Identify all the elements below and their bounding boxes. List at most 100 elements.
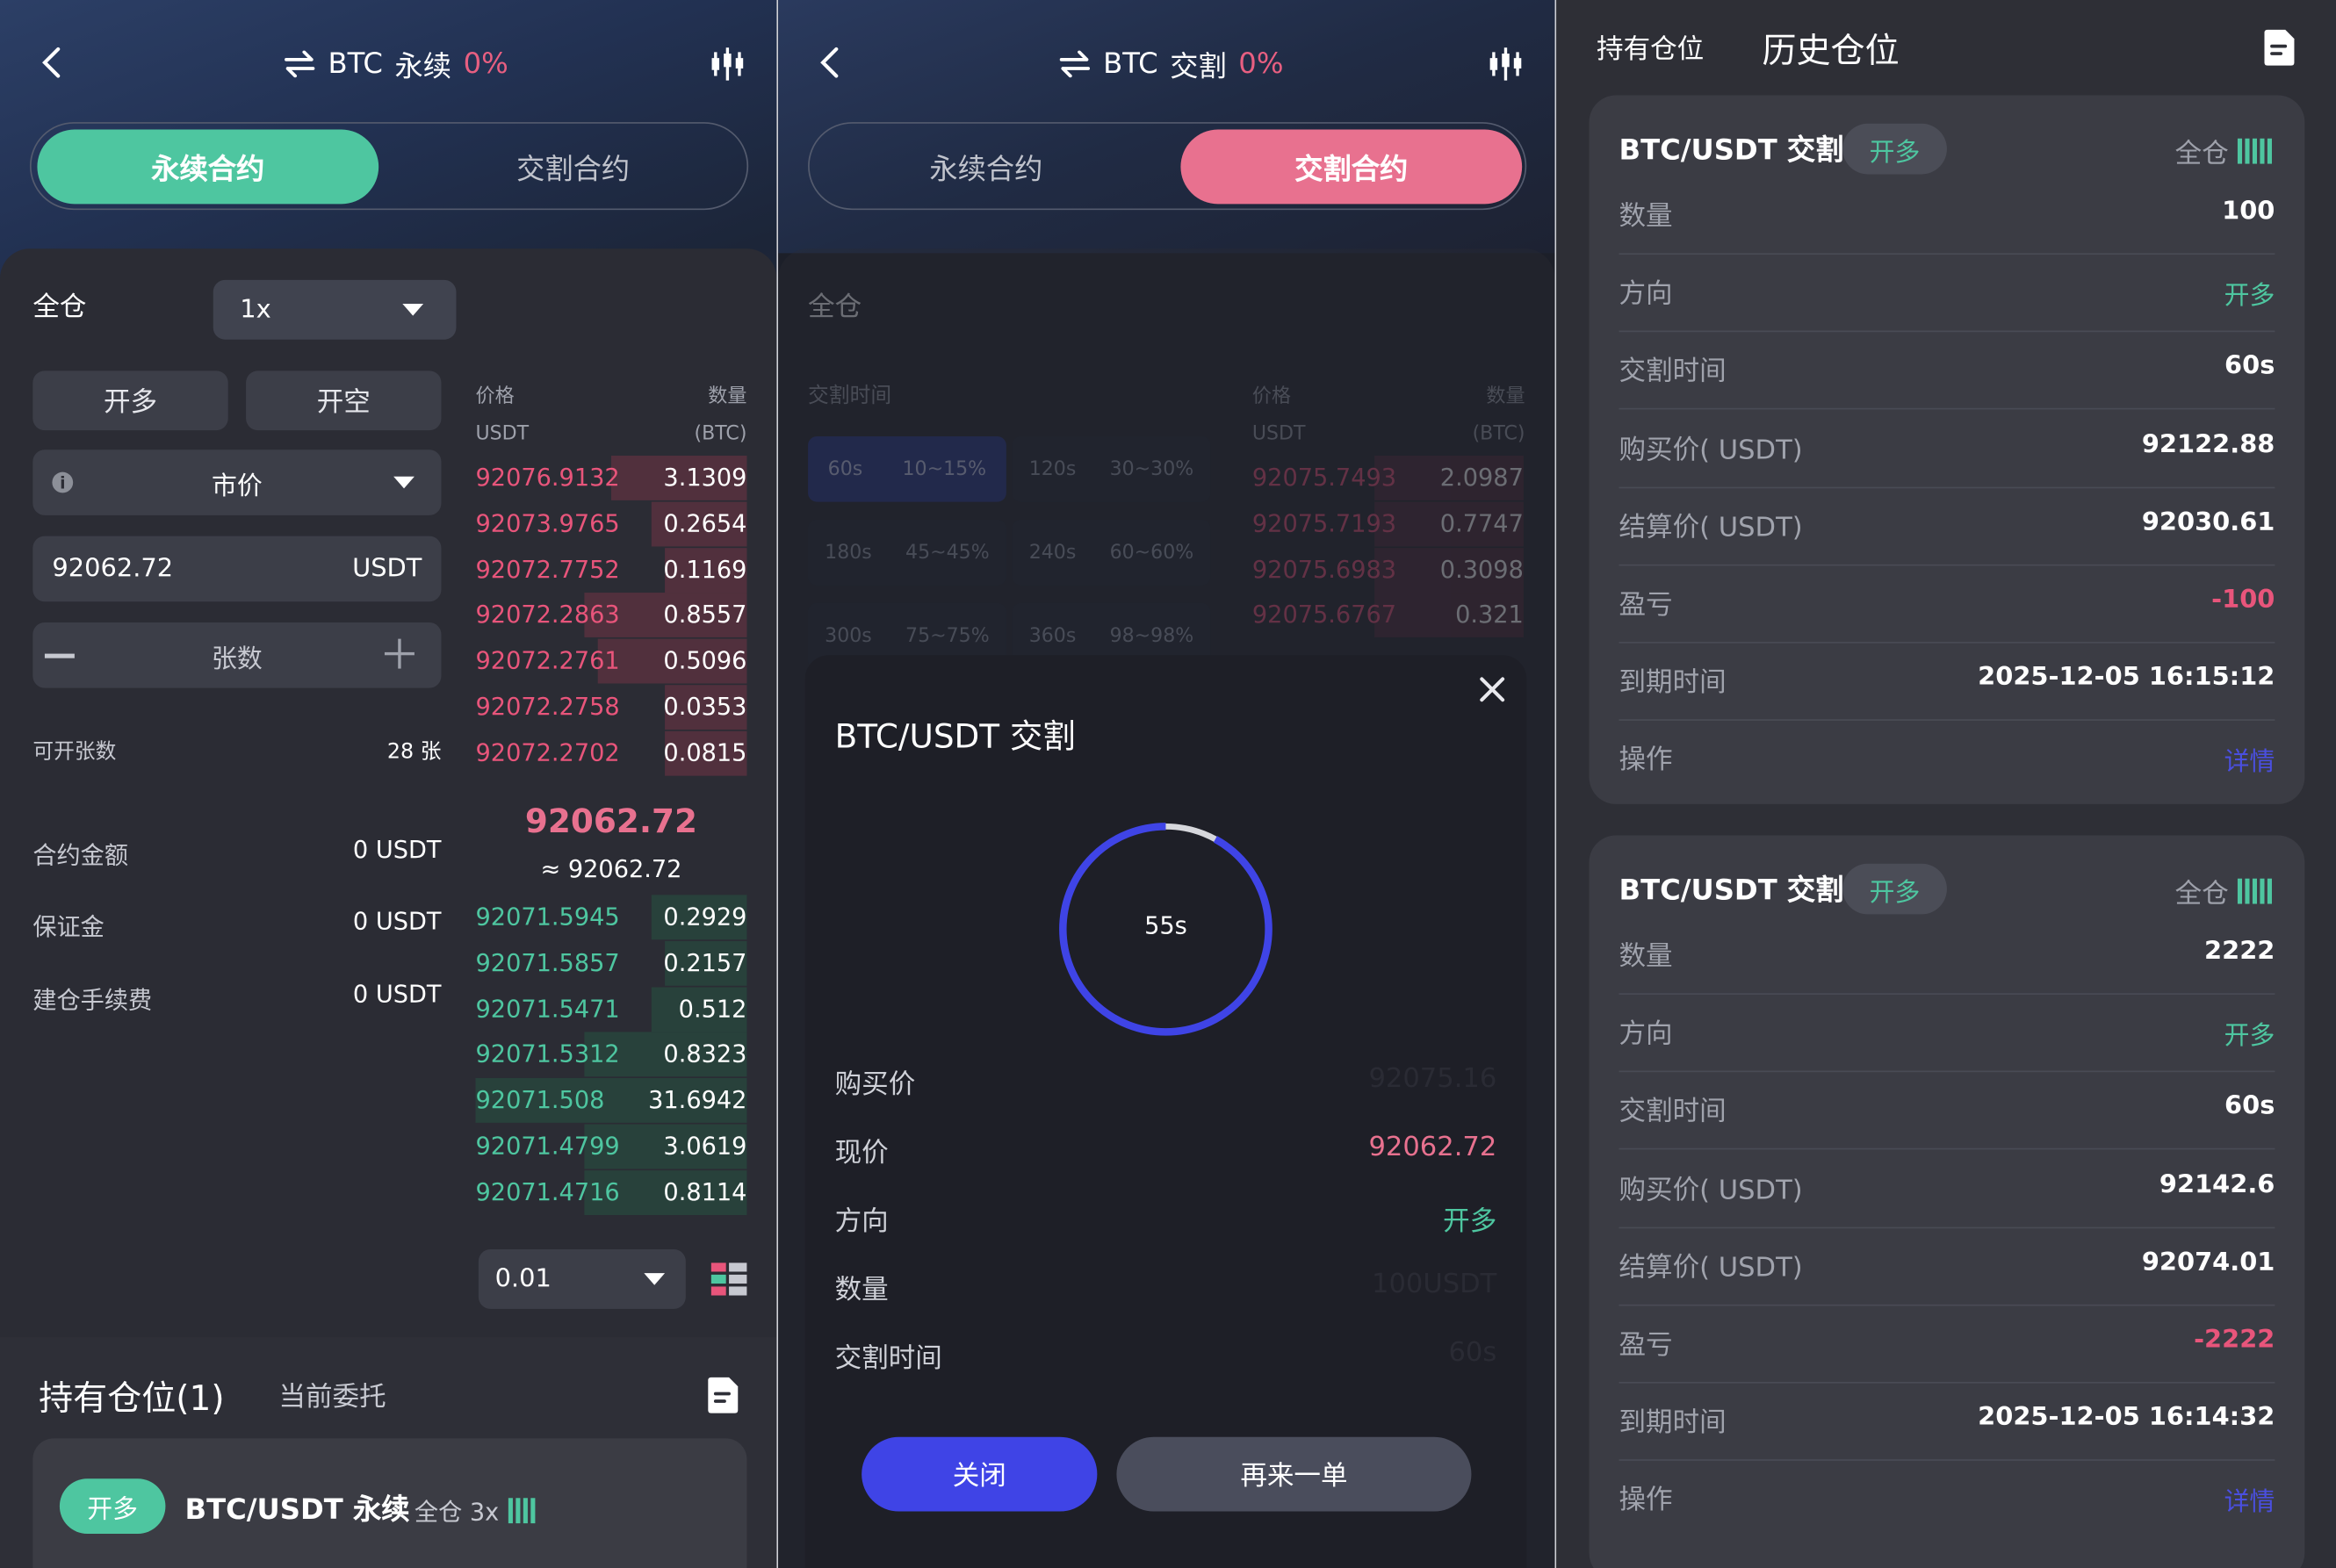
title-mode: 永续 (394, 49, 452, 83)
tab-delivery[interactable]: 交割合约 (402, 130, 744, 205)
leverage-select[interactable]: 1x (213, 279, 457, 340)
candlestick-icon[interactable] (708, 45, 746, 83)
delivery-time-label: 交割时间 (808, 384, 892, 408)
delivery-time-option[interactable]: 120s 30~30% (1012, 435, 1211, 502)
margin-mode[interactable]: 全仓 (808, 286, 862, 325)
delivery-time-option[interactable]: 180s 45~45% (808, 519, 1006, 586)
page-title[interactable]: BTC 交割 0% (1058, 45, 1283, 83)
position-card[interactable]: 开多 BTC/USDT 永续 全仓 3x (32, 1438, 747, 1568)
position-field-row: 方向 开多 (1619, 995, 2275, 1073)
position-side-badge: 开多 (1842, 863, 1947, 915)
order-again-button[interactable]: 再来一单 (1116, 1436, 1472, 1512)
order-price: 92071.5312 (475, 1039, 620, 1068)
fee-label: 建仓手续费 (32, 985, 153, 1015)
field-label: 交割时间 (1619, 356, 1727, 388)
ask-row[interactable]: 92075.7493 2.0987 (1252, 456, 1524, 502)
records-icon[interactable] (2263, 28, 2299, 67)
top-bar: BTC 永续 0% (0, 0, 776, 128)
order-price: 92071.508 (475, 1085, 605, 1115)
modal-title: BTC/USDT 交割 (834, 719, 1076, 757)
order-price: 92072.7752 (475, 554, 620, 584)
position-field-row: 盈亏 -100 (1619, 566, 2275, 644)
position-side-badge: 开多 (59, 1478, 166, 1534)
field-value: 2025-12-05 16:14:32 (1978, 1403, 2275, 1433)
countdown-value: 55s (1144, 911, 1187, 940)
position-mode: 全仓 3x (415, 1492, 537, 1528)
ask-row[interactable]: 92073.9765 0.2654 (476, 501, 747, 548)
field-label: 操作 (1619, 1485, 1673, 1517)
page-title[interactable]: BTC 永续 0% (284, 45, 508, 83)
delivery-time-option[interactable]: 60s 10~15% (808, 435, 1006, 502)
back-icon[interactable] (814, 45, 847, 81)
minus-icon[interactable] (44, 653, 75, 658)
chevron-down-icon (644, 1273, 666, 1285)
order-qty: 0.0353 (663, 692, 747, 721)
close-icon[interactable] (1479, 676, 1506, 703)
bid-row[interactable]: 92071.508 31.6942 (475, 1078, 747, 1125)
ask-row[interactable]: 92072.2761 0.5096 (476, 638, 747, 686)
tab-open-orders[interactable]: 当前委托 (278, 1376, 386, 1414)
position-name: BTC/USDT 永续 (184, 1493, 410, 1527)
option-range: 10~15% (902, 457, 987, 480)
order-price: 92071.4716 (475, 1177, 620, 1206)
close-button[interactable]: 关闭 (862, 1436, 1098, 1512)
details-link[interactable]: 详情 (2224, 1481, 2275, 1518)
position-field-row: 交割时间 60s (1619, 333, 2275, 411)
history-position-card[interactable]: BTC/USDT 交割 开多 全仓 数量 2222 方向 开多 交割时间 60s 购买价( USD… (1589, 835, 2305, 1568)
tab-perpetual[interactable]: 永续合约 (37, 129, 379, 205)
option-time: 240s (1028, 541, 1077, 564)
tab-holding[interactable]: 持有仓位 (1597, 28, 1704, 67)
precision-select[interactable]: 0.01 (478, 1249, 686, 1309)
plus-icon[interactable] (384, 638, 415, 669)
position-field-row: 操作 详情 (1619, 722, 2275, 799)
swap-icon (285, 50, 315, 78)
ask-row[interactable]: 92076.9132 3.1309 (476, 456, 747, 502)
bid-row[interactable]: 92071.4799 3.0619 (476, 1124, 747, 1171)
price-input[interactable]: 92062.72 USDT (32, 536, 442, 602)
bid-row[interactable]: 92071.5471 0.512 (476, 986, 747, 1033)
depth-layout-icon[interactable] (710, 1262, 747, 1296)
last-price-approx: ≈ 92062.72 (540, 854, 682, 883)
candlestick-icon[interactable] (1486, 45, 1525, 83)
bid-row[interactable]: 92071.5312 0.8323 (476, 1032, 747, 1079)
field-value: -2222 (2194, 1325, 2275, 1356)
field-label: 操作 (1619, 744, 1673, 777)
ask-row[interactable]: 92075.6983 0.3098 (1252, 547, 1524, 593)
bid-row[interactable]: 92071.5857 0.2157 (476, 940, 747, 988)
order-price: 92072.2758 (475, 692, 620, 721)
title-mode: 交割 (1170, 49, 1227, 83)
ask-row[interactable]: 92075.6767 0.321 (1252, 593, 1524, 640)
records-icon[interactable] (707, 1376, 743, 1414)
orderbook-qty-header: 数量 (708, 385, 747, 408)
bid-row[interactable]: 92071.4716 0.8114 (475, 1169, 747, 1217)
tab-delivery[interactable]: 交割合约 (1180, 129, 1523, 205)
tab-history[interactable]: 历史仓位 (1762, 22, 1899, 73)
price-unit: USDT (352, 553, 422, 584)
field-value: 开多 (2224, 281, 2275, 312)
bid-row[interactable]: 92071.5945 0.2929 (476, 895, 747, 941)
top-bar: BTC 交割 0% (778, 0, 1554, 128)
quantity-stepper[interactable]: 张数 (32, 622, 442, 688)
orderbook-qty-unit: (BTC) (694, 422, 747, 446)
field-value: 92122.88 (2141, 429, 2275, 460)
ask-row[interactable]: 92072.7752 0.1169 (476, 547, 747, 593)
details-link[interactable]: 详情 (2224, 741, 2275, 778)
margin-mode[interactable]: 全仓 (32, 286, 86, 325)
open-short-button[interactable]: 开空 (246, 370, 442, 431)
tab-positions[interactable]: 持有仓位(1) (39, 1370, 224, 1421)
history-position-card[interactable]: BTC/USDT 交割 开多 全仓 数量 100 方向 开多 交割时间 60s 购买价( USDT… (1589, 95, 2305, 804)
ask-row[interactable]: 92072.2702 0.0815 (476, 730, 747, 777)
back-icon[interactable] (36, 45, 68, 81)
ask-row[interactable]: 92072.2758 0.0353 (476, 685, 747, 731)
tab-perpetual[interactable]: 永续合约 (816, 130, 1157, 205)
field-label: 方向 (1619, 278, 1673, 311)
chevron-down-icon (402, 304, 424, 316)
ask-row[interactable]: 92072.2863 0.8557 (476, 593, 747, 640)
order-qty: 31.6942 (648, 1085, 747, 1115)
order-type-select[interactable]: i 市价 (32, 450, 442, 515)
ask-row[interactable]: 92075.7193 0.7747 (1252, 501, 1524, 548)
option-time: 360s (1028, 624, 1077, 647)
order-qty: 3.0619 (663, 1132, 747, 1161)
delivery-time-option[interactable]: 240s 60~60% (1012, 519, 1211, 586)
open-long-button[interactable]: 开多 (32, 370, 228, 431)
